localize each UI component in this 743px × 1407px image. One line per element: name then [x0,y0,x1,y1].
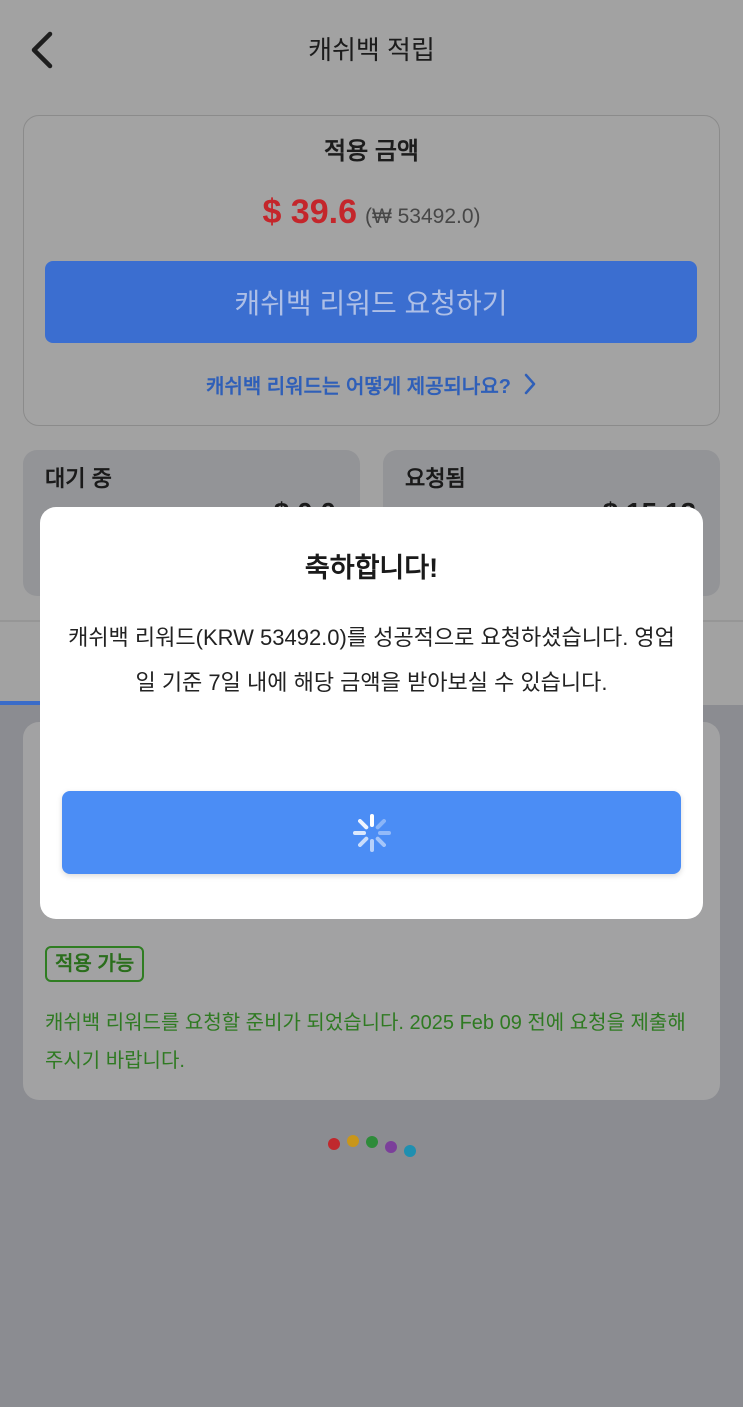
modal-title: 축하합니다! [304,553,439,583]
spinner-icon [352,813,391,852]
modal-message: 캐쉬백 리워드(KRW 53492.0)를 성공적으로 요청하셨습니다. 영업일… [68,625,675,695]
success-modal: 축하합니다! 캐쉬백 리워드(KRW 53492.0)를 성공적으로 요청하셨습… [40,507,703,919]
modal-confirm-button[interactable] [62,791,681,874]
